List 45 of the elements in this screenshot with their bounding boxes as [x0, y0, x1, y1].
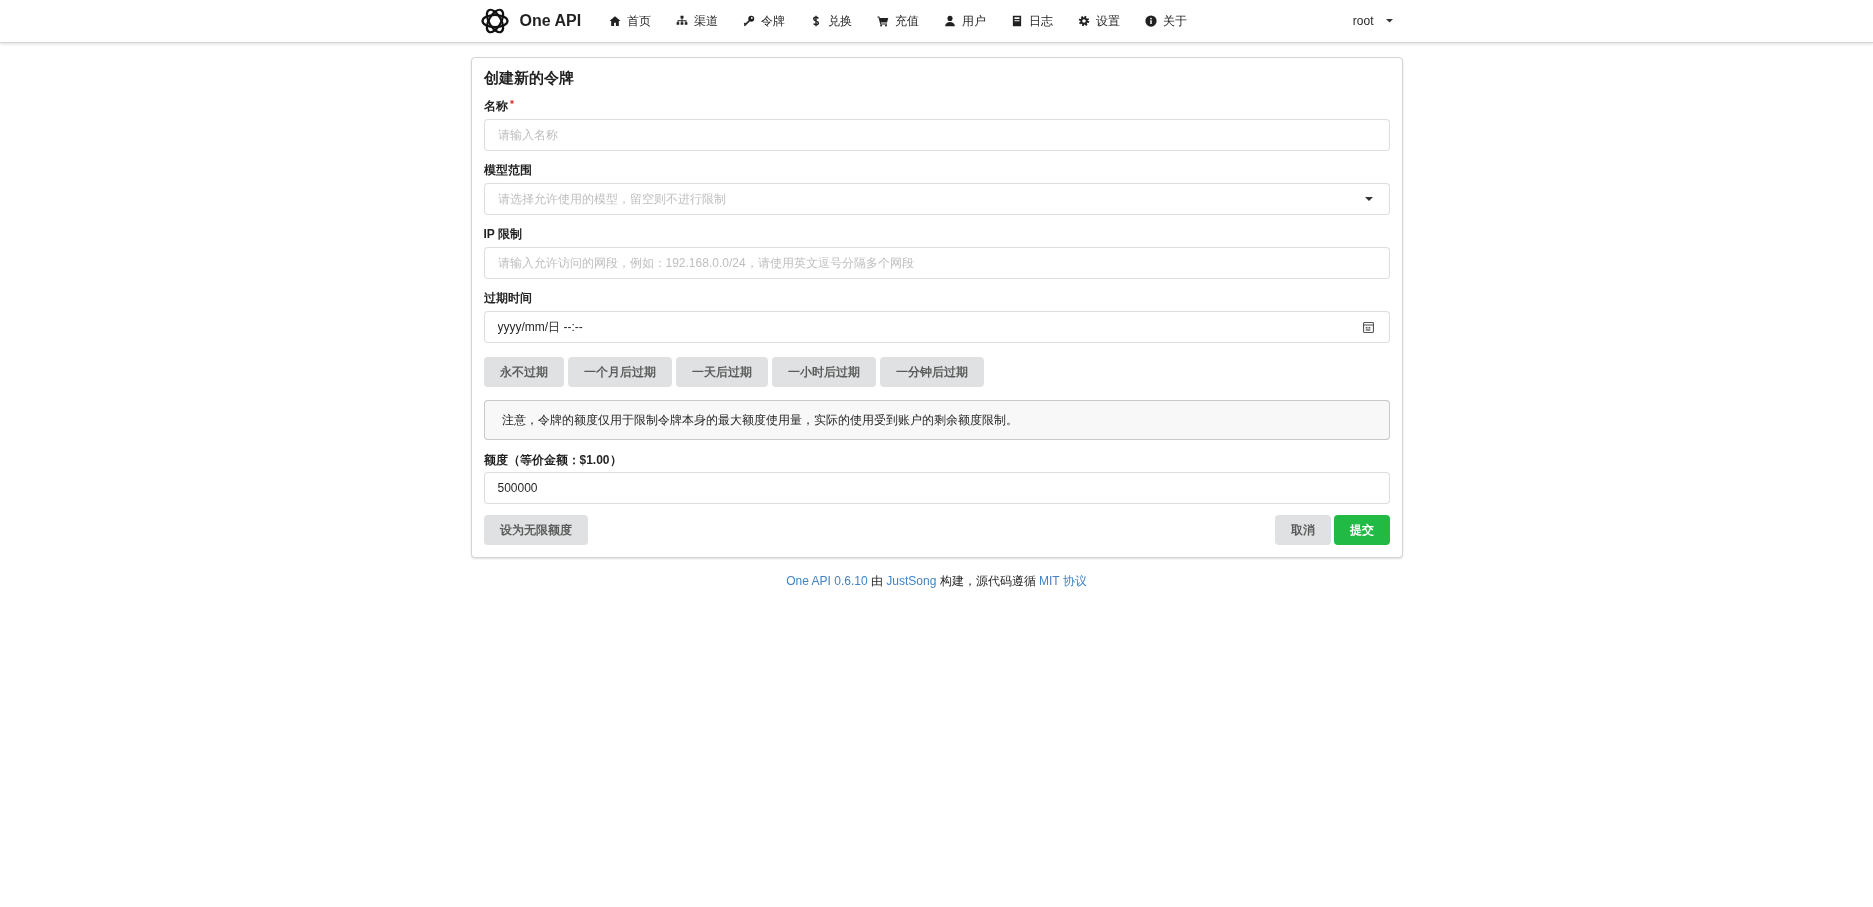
nav-link[interactable]: 令牌: [730, 0, 798, 42]
nav-link[interactable]: 充值: [864, 0, 932, 42]
field-label: 名称: [483, 99, 508, 114]
nav-link[interactable]: 首页: [596, 0, 664, 42]
info-icon: [1144, 15, 1157, 27]
expiry-preset-button[interactable]: 一天后过期: [675, 357, 768, 387]
expiry-preset-button[interactable]: 一分钟后过期: [879, 357, 984, 387]
nav-link[interactable]: 关于: [1132, 0, 1200, 42]
date-time-field[interactable]: yyyy/mm/日 --:--: [483, 311, 1390, 343]
nav-link[interactable]: 设置: [1065, 0, 1133, 42]
footer-text: One API 0.6.10 由 JustSong 构建，源代码遵循 MIT 协议: [786, 574, 1087, 588]
nav-link[interactable]: 兑换: [797, 0, 865, 42]
nav-link[interactable]: 渠道: [663, 0, 731, 42]
footer-link[interactable]: One API 0.6.10: [786, 574, 868, 588]
field-label: 模型范围: [483, 163, 532, 178]
book-icon: [1010, 15, 1023, 27]
caret-icon: [1385, 19, 1393, 23]
notice-message: 注意，令牌的额度仅用于限制令牌本身的最大额度使用量，实际的使用受到账户的剩余额度限制。: [483, 400, 1390, 440]
expiry-preset-button[interactable]: 永不过期: [483, 357, 564, 387]
home-icon: [608, 15, 621, 27]
action-button[interactable]: 取消: [1274, 515, 1331, 545]
brand-link[interactable]: One API: [470, 0, 597, 42]
cart-icon: [876, 15, 889, 27]
settings-icon: [1077, 15, 1090, 27]
field-label: 过期时间: [483, 291, 532, 306]
user-menu[interactable]: root: [1340, 0, 1403, 42]
footer-link[interactable]: JustSong: [886, 574, 937, 588]
user-icon: [943, 15, 956, 27]
calendar-icon[interactable]: [1362, 321, 1374, 333]
expiry-preset-button[interactable]: 一小时后过期: [771, 357, 876, 387]
nav-link[interactable]: 用户: [931, 0, 999, 42]
dropdown-field[interactable]: 请选择允许使用的模型，留空则不进行限制: [483, 183, 1390, 215]
footer-link[interactable]: MIT 协议: [1039, 574, 1087, 588]
quota-field[interactable]: 500000: [483, 472, 1390, 504]
sitemap-icon: [675, 15, 688, 27]
caret-icon: [1364, 197, 1373, 201]
nav-link[interactable]: 日志: [998, 0, 1066, 42]
field-label: 额度（等价金额：$1.00）: [483, 453, 622, 468]
text-field[interactable]: 请输入名称: [483, 119, 1390, 151]
expiry-preset-button[interactable]: 一个月后过期: [567, 357, 672, 387]
logo-icon: [480, 7, 509, 35]
action-button[interactable]: 设为无限额度: [483, 515, 588, 545]
form-title: 创建新的令牌: [483, 68, 575, 88]
key-icon: [742, 15, 755, 27]
field-label: IP 限制: [483, 227, 522, 242]
